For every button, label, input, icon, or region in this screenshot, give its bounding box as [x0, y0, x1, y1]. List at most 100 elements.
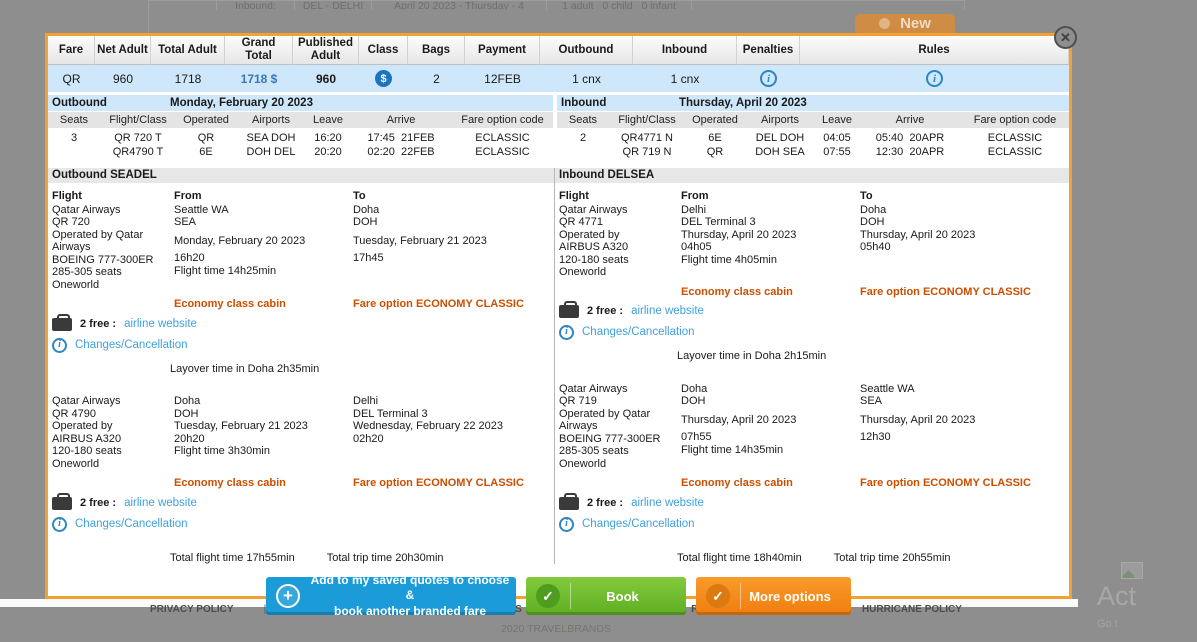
changes-cancellation-link[interactable]: Changes/Cancellation: [582, 326, 695, 339]
aircraft: BOEING 777-300ER: [52, 254, 170, 267]
to-city: Doha: [353, 204, 550, 217]
aircraft: BOEING 777-300ER: [559, 433, 677, 446]
changes-cancellation-link[interactable]: Changes/Cancellation: [75, 518, 188, 531]
cabin-class-label: Economy class cabin: [681, 286, 856, 299]
inbound-flights-panel: Inbound Thursday, April 20 2023 Seats Fl…: [557, 95, 1069, 159]
to-city: Delhi: [353, 395, 550, 408]
airline-name: Qatar Airways: [52, 204, 170, 217]
airline-name: Qatar Airways: [52, 395, 170, 408]
airline-website-link[interactable]: airline website: [124, 497, 197, 510]
inbound-flight-table: Seats Flight/Class Operated Airports Lea…: [557, 112, 1069, 159]
copyright-text: 2020 TRAVELBRANDS: [150, 623, 962, 635]
airline-website-link[interactable]: airline website: [124, 318, 197, 331]
bg-route: DEL - DELHI: [295, 0, 372, 10]
inbound-cnx-value: 1 cnx: [633, 65, 737, 92]
background-search-summary: Inbound: DEL - DELHI April 20 2023 - Thu…: [148, 0, 965, 33]
plus-icon: +: [276, 584, 300, 608]
alliance: Oneworld: [559, 266, 677, 279]
outbound-cnx-value: 1 cnx: [540, 65, 633, 92]
check-icon: ✓: [706, 584, 730, 608]
bags-value: 2: [408, 65, 465, 92]
arrive-time: 02h20: [353, 433, 550, 446]
outbound-detail-title: Outbound SEADEL: [48, 168, 554, 183]
total-trip-time: Total trip time 20h55min: [834, 552, 951, 565]
add-to-saved-quotes-button[interactable]: + Add to my saved quotes to choose & boo…: [266, 577, 516, 615]
baggage-allowance: 2 free :: [587, 305, 623, 318]
cabin-class-label: Economy class cabin: [174, 298, 349, 311]
baggage-icon: [559, 305, 579, 318]
col-header-payment: Payment: [465, 36, 540, 65]
to-date: Wednesday, February 22 2023: [353, 420, 550, 433]
broken-image-icon: [1121, 562, 1143, 579]
inbound-totals: Total flight time 18h40min Total trip ti…: [677, 552, 1065, 565]
flight-segment: Qatar Airways QR 4771 Operated by AIRBUS…: [559, 204, 1065, 279]
col-header-inbound: Inbound: [633, 36, 737, 65]
penalties-info-icon[interactable]: i: [760, 70, 777, 87]
more-options-button-label: More options: [741, 589, 851, 604]
changes-cancellation-link[interactable]: Changes/Cancellation: [582, 518, 695, 531]
info-icon: i: [559, 517, 574, 532]
flight-number: QR 719: [559, 395, 677, 408]
new-button-icon: [879, 18, 890, 29]
from-date: Monday, February 20 2023: [174, 235, 349, 248]
fare-option-label: Fare option ECONOMY CLASSIC: [860, 286, 1065, 299]
outbound-totals: Total flight time 17h55min Total trip ti…: [170, 552, 550, 565]
airline-website-link[interactable]: airline website: [631, 497, 704, 510]
inbound-detail-title: Inbound DELSEA: [555, 168, 1069, 183]
flight-number: QR 720: [52, 216, 170, 229]
inbound-seats: 2: [557, 128, 609, 159]
layover-info: Layover time in Doha 2h15min: [677, 350, 1065, 363]
airline-website-link[interactable]: airline website: [631, 305, 704, 318]
fare-option-label: Fare option ECONOMY CLASSIC: [353, 298, 550, 311]
flight-segment: Qatar Airways QR 4790 Operated by AIRBUS…: [52, 395, 550, 470]
seat-count: 285-305 seats: [52, 266, 170, 279]
flight-number: QR 4771: [559, 216, 677, 229]
flight-time: Flight time 4h05min: [681, 254, 856, 267]
baggage-icon: [559, 497, 579, 510]
book-button[interactable]: ✓ Book: [526, 577, 686, 615]
operated-by: Operated by: [559, 229, 677, 242]
action-buttons: + Add to my saved quotes to choose & boo…: [48, 577, 1069, 615]
inbound-date: Thursday, April 20 2023: [679, 97, 807, 109]
depart-time: 04h05: [681, 241, 856, 254]
class-dollar-icon[interactable]: $: [375, 70, 392, 87]
rules-info-icon[interactable]: i: [926, 70, 943, 87]
grand-total-value[interactable]: 1718 $: [225, 65, 293, 92]
bg-passengers: 1 adult 0 child 0 infant: [547, 0, 692, 10]
baggage-allowance: 2 free :: [80, 318, 116, 331]
to-code: SEA: [860, 395, 1065, 408]
close-icon[interactable]: ✕: [1054, 26, 1077, 49]
more-options-button[interactable]: ✓ More options: [696, 577, 851, 615]
flight-col-header: Flight: [559, 190, 677, 203]
col-header-total-adult: Total Adult: [151, 36, 225, 65]
airline-name: Qatar Airways: [559, 204, 677, 217]
fare-option-label: Fare option ECONOMY CLASSIC: [353, 477, 550, 490]
from-city: Delhi: [681, 204, 856, 217]
published-adult-value: 960: [293, 65, 359, 92]
outbound-seats: 3: [48, 128, 100, 159]
outbound-title: Outbound: [48, 97, 170, 109]
baggage-allowance: 2 free :: [80, 497, 116, 510]
outbound-day-bar: Outbound Monday, February 20 2023: [48, 95, 553, 111]
from-city: Doha: [681, 383, 856, 396]
new-button[interactable]: New: [855, 14, 955, 33]
to-date: Thursday, April 20 2023: [860, 229, 1065, 242]
to-city: Doha: [860, 204, 1065, 217]
alliance: Oneworld: [559, 458, 677, 471]
bg-date-info: April 20 2023 - Thursday - 4: [372, 0, 547, 10]
total-flight-time: Total flight time 18h40min: [677, 552, 802, 565]
from-col-header: From: [681, 190, 856, 203]
from-city: Seattle WA: [174, 204, 349, 217]
from-city: Doha: [174, 395, 349, 408]
flight-time: Flight time 14h25min: [174, 265, 349, 278]
seat-count: 120-180 seats: [559, 254, 677, 267]
to-date: Tuesday, February 21 2023: [353, 235, 550, 248]
outbound-detail-panel: Outbound SEADEL Flight From To Qatar Air…: [48, 168, 554, 564]
depart-time: 07h55: [681, 431, 856, 444]
col-header-fare: Fare: [48, 36, 95, 65]
changes-cancellation-link[interactable]: Changes/Cancellation: [75, 339, 188, 352]
from-code: DOH: [174, 408, 349, 421]
inbound-title: Inbound: [557, 97, 679, 109]
to-code: DEL Terminal 3: [353, 408, 550, 421]
book-button-label: Book: [571, 589, 686, 604]
